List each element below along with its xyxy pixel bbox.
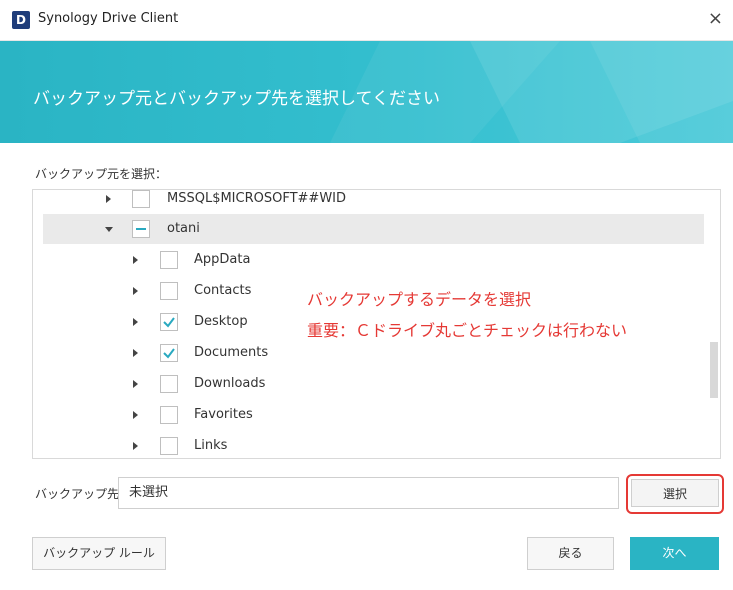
tree-row-label: Desktop xyxy=(194,314,248,329)
next-button[interactable]: 次へ xyxy=(630,537,719,570)
checkbox-checked[interactable] xyxy=(160,313,178,331)
checkbox[interactable] xyxy=(160,437,178,455)
tree-row[interactable]: Links xyxy=(33,431,704,458)
tree-row-selected[interactable]: otani xyxy=(43,214,704,244)
checkbox[interactable] xyxy=(132,190,150,208)
tree-row-label: AppData xyxy=(194,252,251,267)
annotation-select-data: バックアップするデータを選択 xyxy=(307,290,532,309)
annotation-warning: 重要：Ｃドライブ丸ごとチェックは行わない xyxy=(307,321,628,340)
synology-drive-logo-icon: D xyxy=(12,11,30,29)
close-icon[interactable]: × xyxy=(708,8,723,29)
title-bar: D Synology Drive Client × xyxy=(0,0,733,41)
checkmark-icon xyxy=(163,348,175,359)
expand-arrow-icon[interactable] xyxy=(133,349,138,357)
destination-field[interactable]: 未選択 xyxy=(118,477,619,509)
tree-row-label: Favorites xyxy=(194,407,253,422)
window-title: Synology Drive Client xyxy=(38,11,179,26)
expand-arrow-icon[interactable] xyxy=(133,287,138,295)
expand-arrow-icon[interactable] xyxy=(106,195,111,203)
destination-label: バックアップ先: xyxy=(35,487,124,501)
tree-row[interactable]: MSSQL$MICROSOFT##WID xyxy=(33,190,704,214)
tree-row-label: otani xyxy=(167,221,200,236)
checkbox[interactable] xyxy=(160,282,178,300)
source-label: バックアップ元を選択： xyxy=(35,167,168,181)
tree-row-label: MSSQL$MICROSOFT##WID xyxy=(167,191,347,206)
page-title: バックアップ元とバックアップ先を選択してください xyxy=(33,89,440,109)
tree-row[interactable]: Documents xyxy=(33,338,704,368)
tree-row[interactable]: AppData xyxy=(33,245,704,275)
backup-rules-button[interactable]: バックアップ ルール xyxy=(32,537,166,570)
expand-arrow-icon[interactable] xyxy=(133,256,138,264)
back-button[interactable]: 戻る xyxy=(527,537,614,570)
checkbox[interactable] xyxy=(160,406,178,424)
tree-row-label: Links xyxy=(194,438,228,453)
checkbox[interactable] xyxy=(160,251,178,269)
tree-row-label: Documents xyxy=(194,345,269,360)
tree-scrollbar-thumb[interactable] xyxy=(710,342,718,398)
collapse-arrow-icon[interactable] xyxy=(105,227,113,232)
tree-row[interactable]: Favorites xyxy=(33,400,704,430)
expand-arrow-icon[interactable] xyxy=(133,442,138,450)
expand-arrow-icon[interactable] xyxy=(133,380,138,388)
checkbox[interactable] xyxy=(160,375,178,393)
checkmark-icon xyxy=(163,317,175,328)
header-banner: バックアップ元とバックアップ先を選択してください xyxy=(0,41,733,143)
tree-row[interactable]: Downloads xyxy=(33,369,704,399)
expand-arrow-icon[interactable] xyxy=(133,318,138,326)
source-folder-tree[interactable]: MSSQL$MICROSOFT##WID otani AppData Conta… xyxy=(32,189,721,459)
select-destination-button[interactable]: 選択 xyxy=(631,479,719,507)
expand-arrow-icon[interactable] xyxy=(133,411,138,419)
checkbox-checked[interactable] xyxy=(160,344,178,362)
tree-row-label: Contacts xyxy=(194,283,252,298)
checkbox-partial[interactable] xyxy=(132,220,150,238)
tree-row-label: Downloads xyxy=(194,376,266,391)
